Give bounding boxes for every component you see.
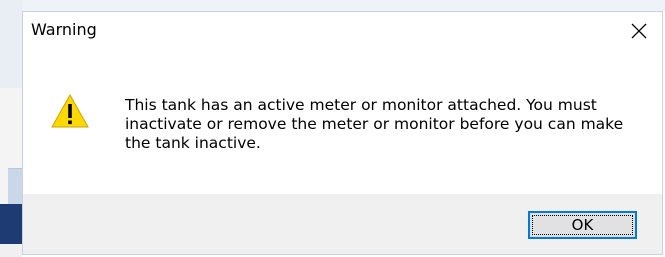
dialog-title: Warning [31, 20, 97, 39]
dialog-footer: OK [23, 194, 662, 254]
close-button[interactable] [622, 16, 656, 46]
dialog-message: This tank has an active meter or monitor… [125, 96, 624, 152]
warning-dialog: Warning This tank has an active meter or… [22, 11, 663, 255]
close-icon [631, 23, 647, 39]
background-scrollbar [8, 168, 22, 205]
focus-ring [532, 215, 633, 235]
ok-button[interactable]: OK [528, 211, 637, 239]
background-top-strip [22, 0, 665, 11]
dialog-titlebar[interactable]: Warning [23, 12, 662, 48]
background-panel-top [0, 0, 22, 89]
background-panel-bottom [0, 204, 22, 244]
background-app-strip [0, 0, 23, 257]
dialog-content: This tank has an active meter or monitor… [23, 48, 662, 194]
warning-icon [51, 94, 89, 128]
